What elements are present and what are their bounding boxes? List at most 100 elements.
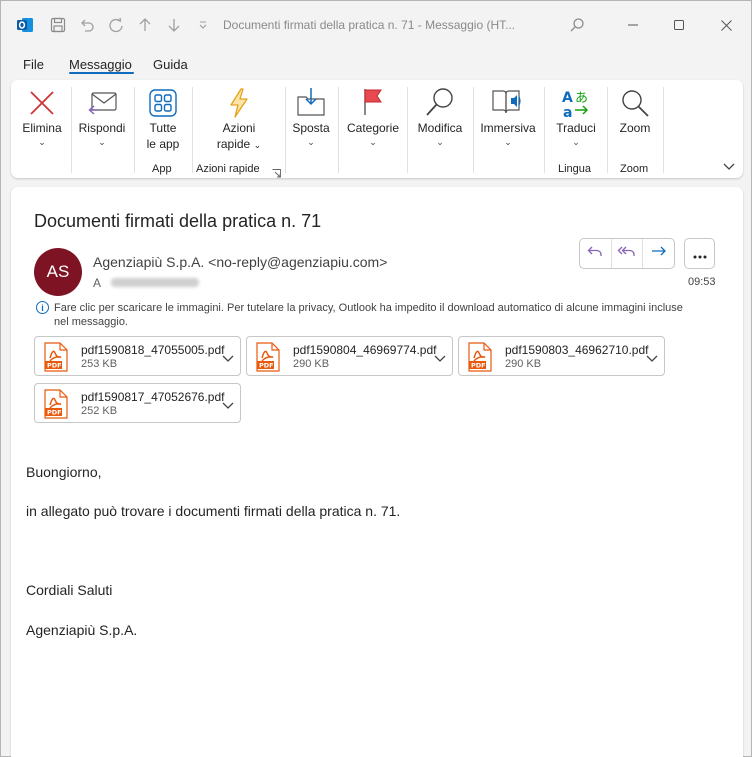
message-time: 09:53 [688, 276, 716, 288]
reply-button[interactable] [580, 239, 611, 268]
sposta-label: Sposta [292, 121, 330, 135]
chevron-down-icon: ⌄ [307, 137, 315, 147]
pdf-file-icon: PDF [468, 342, 492, 377]
body-greeting: Buongiorno, [26, 464, 102, 480]
redo-icon[interactable] [107, 16, 125, 34]
attachment-size: 252 KB [81, 405, 118, 417]
rapide-label: rapide [216, 137, 251, 151]
tutte-le-app-button[interactable]: Tutte le app [139, 86, 187, 152]
group-label-app: App [152, 163, 172, 175]
immersiva-button[interactable]: Immersiva ⌄ [477, 84, 539, 148]
forward-button[interactable] [642, 239, 674, 268]
attachment-card[interactable]: PDF pdf1590818_47055005.pdf 253 KB [34, 336, 241, 376]
undo-icon[interactable] [78, 16, 96, 34]
move-icon [289, 84, 333, 120]
immersive-reader-icon [477, 84, 539, 120]
svg-text:PDF: PDF [47, 409, 62, 417]
elimina-label: Elimina [22, 121, 62, 135]
minimize-button[interactable] [619, 13, 647, 37]
categorie-button[interactable]: Categorie ⌄ [343, 84, 403, 148]
attachment-card[interactable]: PDF pdf1590803_46962710.pdf 290 KB [458, 336, 665, 376]
chevron-down-icon: ⌄ [436, 137, 444, 147]
ribbon-separator [407, 87, 408, 173]
attachment-name: pdf1590803_46962710.pdf [505, 343, 649, 357]
zoom-icon [611, 86, 659, 120]
attachment-size: 253 KB [81, 358, 118, 370]
dialog-launcher-icon[interactable] [272, 165, 281, 183]
azioni-rapide-button[interactable]: Azioni rapide ⌄ [207, 86, 271, 153]
menu-file[interactable]: File [23, 57, 44, 72]
attachment-size: 290 KB [505, 358, 542, 370]
menu-messaggio[interactable]: Messaggio [69, 57, 132, 72]
ribbon-expand-chevron-icon[interactable] [723, 158, 735, 176]
search-icon[interactable] [568, 16, 586, 34]
sender[interactable]: Agenziapiù S.p.A. <no-reply@agenziapiu.c… [93, 254, 387, 270]
chevron-down-icon: ⌄ [98, 137, 106, 147]
chevron-down-icon: ⌄ [504, 137, 512, 147]
body-closing: Cordiali Saluti [26, 582, 113, 598]
rispondi-button[interactable]: Rispondi ⌄ [75, 86, 129, 148]
reply-all-icon [617, 244, 637, 263]
svg-text:PDF: PDF [259, 362, 274, 370]
chevron-down-icon[interactable] [646, 350, 658, 368]
ribbon-separator [607, 87, 608, 173]
chevron-down-icon[interactable] [222, 350, 234, 368]
active-tab-indicator [69, 72, 134, 74]
avatar[interactable]: AS [34, 248, 82, 296]
modifica-button[interactable]: Modifica ⌄ [411, 84, 469, 148]
azioni-label: Azioni [222, 121, 256, 135]
chevron-down-icon: ⌄ [253, 140, 262, 150]
title-bar: Documenti firmati della pratica n. 71 - … [1, 1, 751, 49]
arrow-down-icon[interactable] [165, 16, 183, 34]
ribbon: Elimina ⌄ Rispondi ⌄ Tutte le app App Az… [11, 80, 743, 178]
ribbon-separator [544, 87, 545, 173]
immersiva-label: Immersiva [480, 121, 536, 135]
save-icon[interactable] [49, 16, 67, 34]
recipient-redacted[interactable] [111, 278, 199, 287]
group-label-lingua: Lingua [558, 163, 592, 175]
attachment-card[interactable]: PDF pdf1590804_46969774.pdf 290 KB [246, 336, 453, 376]
le-app-label: le app [146, 137, 180, 151]
attachment-name: pdf1590817_47052676.pdf [81, 390, 225, 404]
ribbon-separator [338, 87, 339, 173]
zoom-button[interactable]: Zoom [611, 86, 659, 136]
more-actions-button[interactable] [684, 238, 715, 269]
sposta-button[interactable]: Sposta ⌄ [289, 84, 333, 148]
reading-pane: Documenti firmati della pratica n. 71 AS… [11, 187, 743, 757]
rispondi-label: Rispondi [78, 121, 126, 135]
ribbon-separator [134, 87, 135, 173]
chevron-down-icon: ⌄ [572, 137, 580, 147]
close-button[interactable] [712, 13, 740, 37]
pdf-file-icon: PDF [44, 342, 68, 377]
apps-grid-icon [139, 86, 187, 120]
ribbon-separator [71, 87, 72, 173]
traduci-button[interactable]: Aあa Traduci ⌄ [550, 86, 602, 148]
menu-guida[interactable]: Guida [153, 57, 188, 72]
svg-text:A: A [562, 90, 573, 106]
elimina-button[interactable]: Elimina ⌄ [17, 86, 67, 148]
group-label-zoom: Zoom [620, 163, 649, 175]
forward-icon [651, 244, 667, 263]
chevron-down-icon[interactable] [222, 397, 234, 415]
chevron-down-icon: ⌄ [369, 137, 377, 147]
pdf-file-icon: PDF [256, 342, 280, 377]
attachment-size: 290 KB [293, 358, 330, 370]
lightning-icon [207, 86, 271, 120]
message-actions [579, 238, 675, 269]
attachment-name: pdf1590804_46969774.pdf [293, 343, 437, 357]
attachment-card[interactable]: PDF pdf1590817_47052676.pdf 252 KB [34, 383, 241, 423]
chevron-down-icon[interactable] [434, 350, 446, 368]
window-title: Documenti firmati della pratica n. 71 - … [223, 18, 516, 32]
chevron-down-icon: ⌄ [38, 137, 46, 147]
outlook-message-window: Documenti firmati della pratica n. 71 - … [0, 0, 752, 757]
download-images-notice[interactable]: Fare clic per scaricare le immagini. Per… [54, 301, 694, 329]
reply-all-button[interactable] [610, 239, 643, 268]
maximize-button[interactable] [665, 13, 693, 37]
to-label: A [93, 276, 102, 290]
arrow-up-icon[interactable] [136, 16, 154, 34]
ribbon-separator [473, 87, 474, 173]
reply-icon [587, 244, 603, 263]
reply-mail-icon [75, 86, 129, 120]
customize-toolbar-icon[interactable] [194, 16, 212, 34]
info-icon: i [36, 301, 49, 314]
